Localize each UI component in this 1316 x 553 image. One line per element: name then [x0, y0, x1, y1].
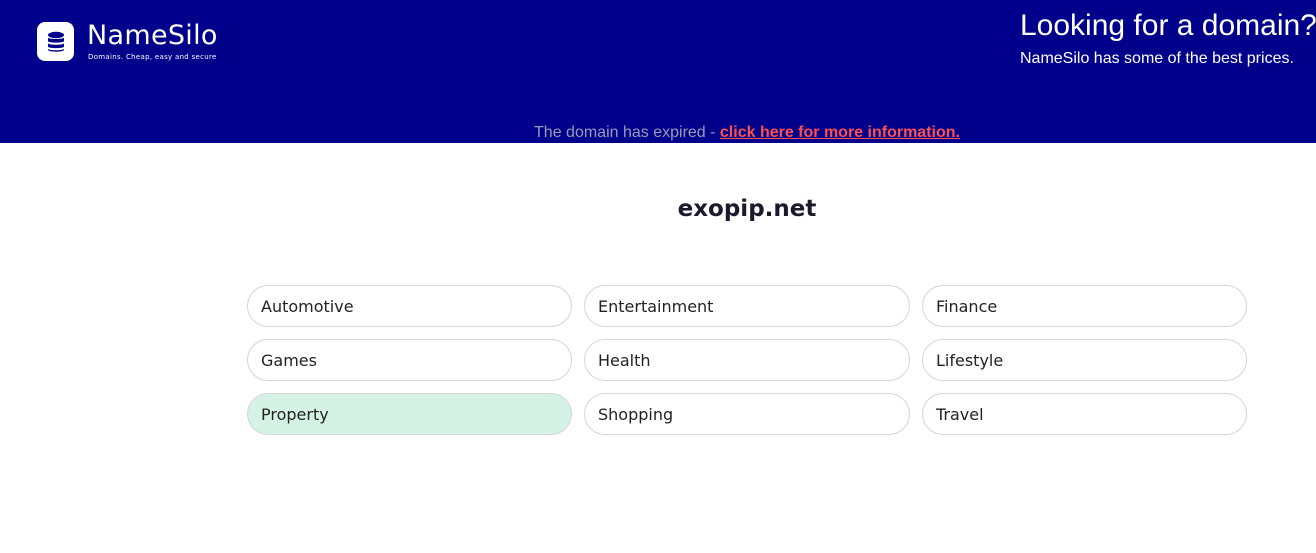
category-grid: Automotive Entertainment Finance Games H… [247, 285, 1247, 435]
promo-subtitle: NameSilo has some of the best prices. [1020, 50, 1294, 67]
category-label: Games [261, 350, 317, 370]
category-label: Health [598, 350, 651, 370]
category-label: Travel [936, 404, 984, 424]
category-property[interactable]: Property [247, 393, 572, 435]
category-label: Lifestyle [936, 350, 1004, 370]
category-travel[interactable]: Travel [922, 393, 1247, 435]
promo-title: Looking for a domain? [1020, 9, 1316, 42]
category-finance[interactable]: Finance [922, 285, 1247, 327]
logo-badge [37, 22, 74, 61]
category-label: Entertainment [598, 296, 714, 316]
category-automotive[interactable]: Automotive [247, 285, 572, 327]
namesilo-logo[interactable]: NameSilo Domains. Cheap, easy and secure [37, 20, 218, 61]
logo-name: NameSilo [87, 20, 218, 51]
more-information-link[interactable]: click here for more information. [720, 124, 960, 141]
domain-title: exopip.net [677, 196, 817, 222]
logo-tagline: Domains. Cheap, easy and secure [88, 53, 217, 61]
category-label: Automotive [261, 296, 354, 316]
header: NameSilo Domains. Cheap, easy and secure… [0, 0, 1316, 143]
category-label: Property [261, 404, 329, 424]
promo-block: Looking for a domain? NameSilo has some … [1020, 8, 1316, 69]
category-shopping[interactable]: Shopping [584, 393, 910, 435]
category-games[interactable]: Games [247, 339, 572, 381]
expired-notice: The domain has expired - click here for … [0, 124, 1316, 142]
category-label: Finance [936, 296, 998, 316]
category-entertainment[interactable]: Entertainment [584, 285, 910, 327]
database-icon [47, 31, 64, 52]
category-lifestyle[interactable]: Lifestyle [922, 339, 1247, 381]
expired-notice-text: The domain has expired - [534, 124, 720, 141]
category-label: Shopping [598, 404, 674, 424]
category-health[interactable]: Health [584, 339, 910, 381]
